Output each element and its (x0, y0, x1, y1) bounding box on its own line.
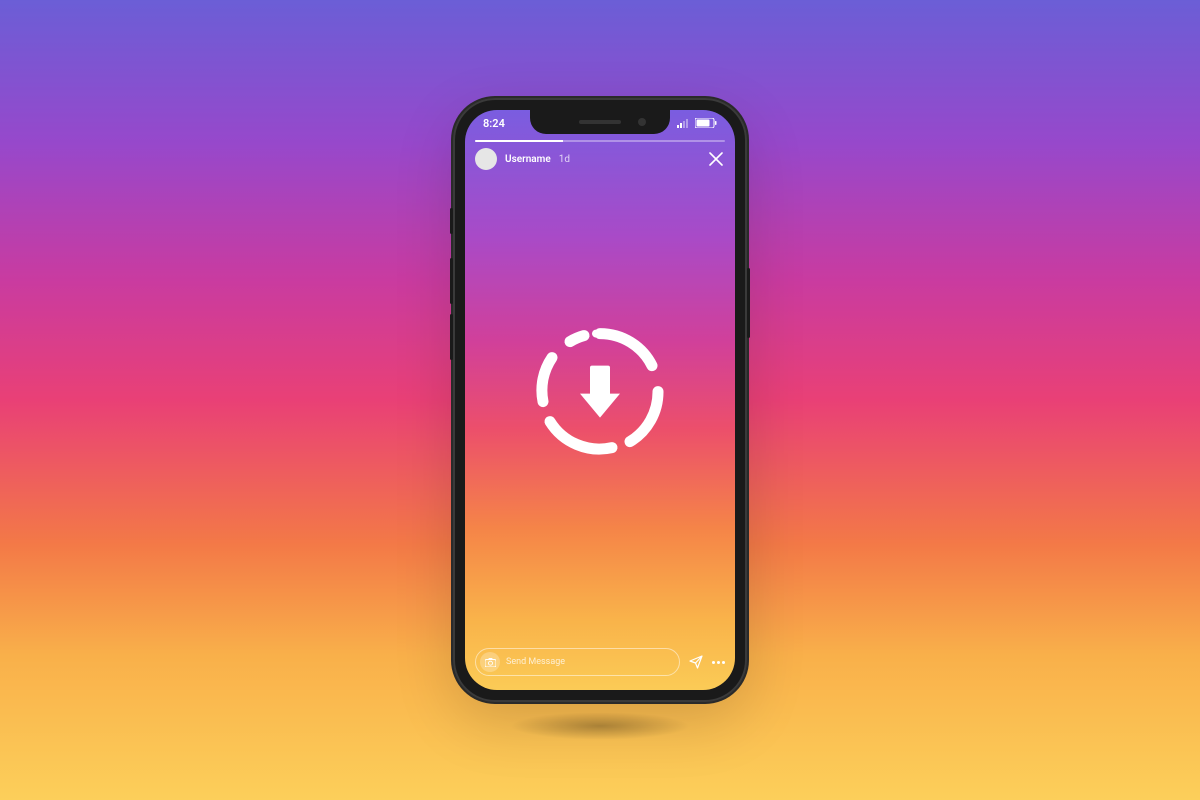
mute-switch (450, 208, 453, 234)
close-icon (709, 152, 723, 166)
avatar[interactable] (475, 148, 497, 170)
story-progress-bar[interactable] (475, 140, 725, 142)
power-button (747, 268, 750, 338)
camera-icon (485, 658, 496, 667)
reply-input[interactable]: Send Message (475, 648, 680, 676)
story-timestamp: 1d (559, 154, 570, 165)
status-bar: 8:24 (465, 110, 735, 136)
send-icon (688, 654, 704, 670)
story-progress-fill (475, 140, 563, 142)
story-username[interactable]: Username (505, 154, 551, 165)
phone-shadow (510, 712, 690, 740)
camera-button[interactable] (480, 652, 500, 672)
status-time: 8:24 (483, 117, 505, 130)
story-footer: Send Message (475, 648, 725, 676)
signal-icon (677, 119, 691, 128)
volume-down-button (450, 314, 453, 360)
phone-mockup: 8:24 Username 1d (453, 98, 747, 702)
volume-up-button (450, 258, 453, 304)
more-button[interactable] (712, 661, 725, 664)
download-story-icon (530, 322, 670, 462)
battery-icon (695, 118, 717, 128)
story-header: Username 1d (475, 148, 725, 170)
phone-frame: 8:24 Username 1d (453, 98, 747, 702)
send-button[interactable] (688, 654, 704, 670)
phone-screen[interactable]: 8:24 Username 1d (465, 110, 735, 690)
reply-placeholder: Send Message (506, 657, 565, 667)
more-icon (712, 661, 725, 664)
close-button[interactable] (707, 150, 725, 168)
